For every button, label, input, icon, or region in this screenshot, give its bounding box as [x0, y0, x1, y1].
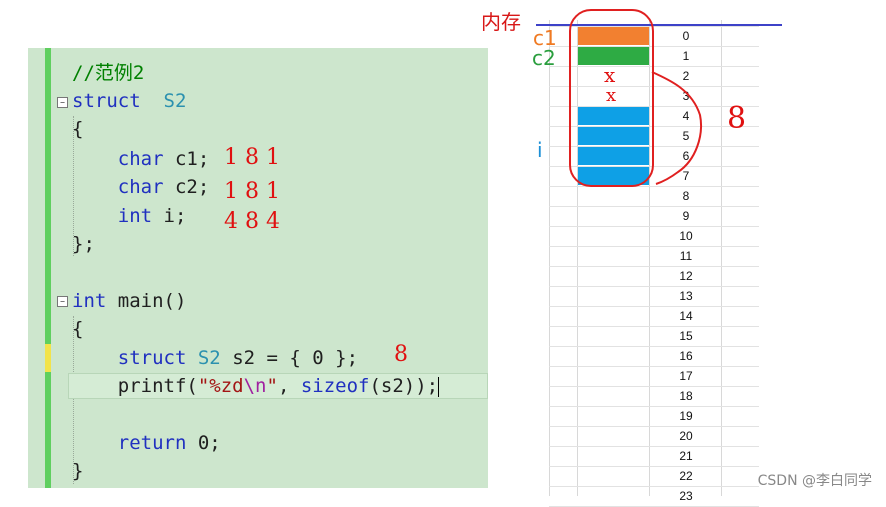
code-token: int [117, 205, 153, 227]
memory-offset-label: 13 [679, 289, 693, 303]
memory-offset-label: 20 [679, 429, 693, 443]
code-line[interactable]: int main() [72, 288, 186, 314]
memory-offset-label: 14 [679, 309, 693, 323]
memory-offset-label: 9 [682, 209, 690, 223]
code-token: " [266, 375, 278, 397]
grid-row-line [549, 446, 759, 447]
code-token: "%zd [197, 375, 244, 397]
grid-row-line [549, 226, 759, 227]
text-cursor [438, 376, 440, 397]
memory-offset-label: 17 [679, 369, 693, 383]
code-token: , [277, 375, 301, 397]
code-token: //范例2 [72, 62, 145, 84]
result-note: 8 [394, 342, 408, 367]
code-line[interactable]: } [72, 458, 83, 484]
code-token: S2 [197, 347, 221, 369]
i-alignment-note: 4 8 4 [224, 209, 280, 234]
memory-offset-label: 0 [682, 29, 690, 43]
code-token: i; [152, 205, 187, 227]
code-token: printf( [72, 375, 198, 397]
code-token: char [117, 176, 164, 198]
code-line[interactable]: { [72, 116, 83, 142]
c2-label: c2 [532, 46, 556, 70]
grid-row-line [549, 206, 759, 207]
code-token: char [117, 148, 164, 170]
code-line[interactable]: { [72, 316, 83, 342]
total-size-note: 8 [727, 101, 747, 136]
code-token: 0; [186, 432, 221, 454]
unsaved-change-marker [45, 344, 51, 372]
wasted-byte-mark: x [606, 85, 617, 106]
code-line[interactable]: char c1; [72, 146, 210, 172]
memory-offset-label: 19 [679, 409, 693, 423]
code-token: int [72, 290, 107, 312]
code-token: struct [72, 90, 141, 112]
grid-row-line [549, 366, 759, 367]
code-token: c2; [163, 176, 210, 198]
grid-row-line [549, 486, 759, 487]
c2-alignment-note: 1 8 1 [224, 179, 280, 204]
memory-offset-label: 18 [679, 389, 693, 403]
code-line[interactable]: char c2; [72, 174, 210, 200]
brace-mark [651, 71, 702, 185]
grid-row-line [549, 246, 759, 247]
grid-column-line [549, 20, 550, 496]
wasted-byte-mark: x [604, 63, 616, 87]
code-token: (s2)); [369, 375, 439, 397]
code-line[interactable]: }; [72, 231, 95, 257]
memory-offset-label: 16 [679, 349, 693, 363]
code-token: s2 = { 0 }; [220, 347, 359, 369]
grid-row-line [549, 286, 759, 287]
grid-row-line [549, 266, 759, 267]
grid-row-line [549, 386, 759, 387]
c1-alignment-note: 1 8 1 [224, 145, 280, 170]
code-token: c1; [163, 148, 210, 170]
code-line[interactable]: struct S2 s2 = { 0 }; [72, 345, 358, 371]
memory-offset-label: 10 [679, 229, 693, 243]
grid-row-line [549, 406, 759, 407]
memory-offset-label: 22 [679, 469, 693, 483]
memory-offset-label: 15 [679, 329, 693, 343]
code-token: struct [117, 347, 187, 369]
grid-row-line [549, 466, 759, 467]
code-token: { [72, 118, 84, 140]
change-margin [45, 48, 51, 488]
memory-offset-label: 11 [679, 249, 693, 263]
code-line[interactable]: struct S2 [72, 88, 186, 114]
watermark: CSDN @李白同学 [757, 473, 872, 489]
collapse-icon[interactable]: − [57, 97, 68, 108]
grid-row-line [549, 426, 759, 427]
memory-offset-label: 23 [679, 489, 693, 503]
code-token: }; [72, 233, 95, 255]
i-label: i [537, 138, 543, 162]
code-token: sizeof [300, 375, 370, 397]
code-token: return [117, 432, 187, 454]
annotation-marks [651, 71, 702, 185]
code-token: S2 [163, 90, 187, 112]
grid-row-line [549, 306, 759, 307]
code-line[interactable]: printf("%zd\n", sizeof(s2)); [72, 373, 440, 399]
code-editor[interactable]: − − //范例2 struct S2 { char c1; char c2; in… [28, 48, 488, 488]
code-token: main() [106, 290, 187, 312]
code-line[interactable]: return 0; [72, 430, 221, 456]
code-token: \n [243, 375, 267, 397]
memory-offset-label: 12 [679, 269, 693, 283]
memory-offset-label: 21 [679, 449, 693, 463]
grid-row-line [549, 326, 759, 327]
memory-title: 内存 [481, 10, 521, 34]
code-line[interactable]: //范例2 [72, 60, 144, 86]
collapse-icon[interactable]: − [57, 296, 68, 307]
code-token: } [72, 460, 84, 482]
code-token: { [72, 318, 84, 340]
code-line[interactable]: int i; [72, 203, 187, 229]
grid-row-line [549, 346, 759, 347]
